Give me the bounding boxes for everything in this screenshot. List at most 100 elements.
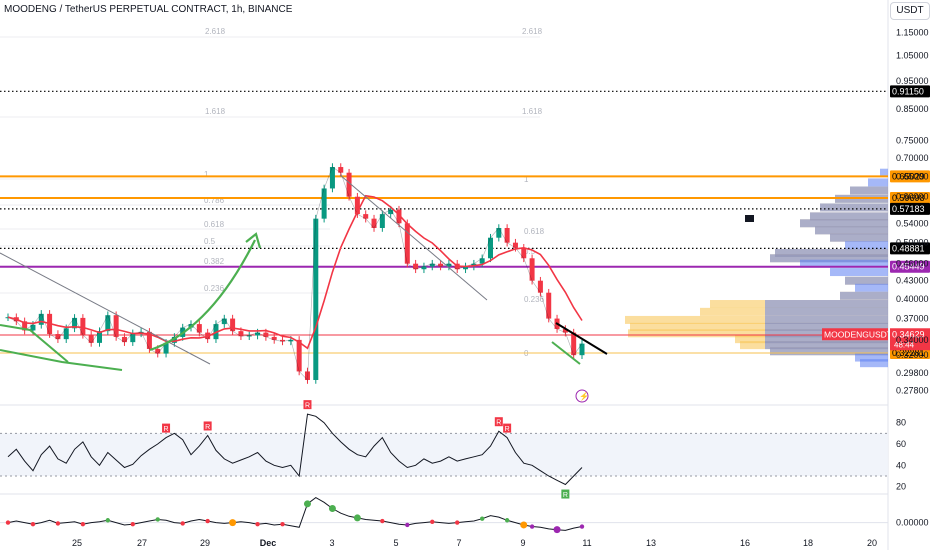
level-price-label: 0.57183 bbox=[892, 204, 925, 214]
fib-label: 1 bbox=[204, 170, 209, 179]
bear-marker-label: R bbox=[505, 426, 510, 433]
time-tick-label: 7 bbox=[456, 538, 461, 548]
currency-button[interactable]: USDT bbox=[890, 2, 930, 20]
volume-profile-bar bbox=[830, 233, 888, 242]
price-series bbox=[5, 163, 585, 384]
momentum-dot bbox=[520, 521, 528, 529]
candle-body bbox=[105, 315, 111, 332]
momentum-dot bbox=[504, 518, 510, 523]
price-tick-label: 0.32000 bbox=[896, 350, 929, 360]
fib-labels: 2.618 2.6181.618 1.61810.7860.6180.50.3820… bbox=[0, 27, 545, 358]
volume-profile-bar bbox=[765, 315, 888, 324]
fib-label: 0.236 bbox=[204, 284, 225, 293]
trendline bbox=[339, 174, 488, 301]
momentum-dot bbox=[80, 521, 86, 527]
oscillator-tick-label: 40 bbox=[896, 460, 906, 470]
time-tick-label: 11 bbox=[582, 538, 591, 548]
time-tick-label: 18 bbox=[803, 538, 813, 548]
bear-marker-label: R bbox=[305, 403, 310, 410]
volume-profile-bar bbox=[830, 268, 888, 277]
candle-body bbox=[404, 223, 410, 264]
momentum-dot bbox=[328, 505, 336, 513]
candle-body bbox=[88, 334, 94, 343]
momentum-tick-label: 0.00000 bbox=[896, 518, 929, 528]
price-tick-label: 1.05000 bbox=[896, 51, 929, 61]
volume-profile-bar bbox=[855, 283, 888, 292]
candle-body bbox=[504, 227, 510, 243]
candle-body bbox=[113, 315, 119, 337]
momentum-dot bbox=[229, 519, 237, 527]
price-tick-label: 1.15000 bbox=[896, 28, 929, 38]
candle-body bbox=[130, 333, 136, 343]
momentum-dot bbox=[30, 521, 36, 527]
time-tick-label: Dec bbox=[260, 538, 277, 548]
momentum-dot bbox=[130, 521, 135, 527]
time-tick-label: 9 bbox=[520, 538, 525, 548]
momentum-dot bbox=[280, 521, 285, 527]
fib-label: 0.5 bbox=[204, 237, 216, 246]
candle-body bbox=[63, 328, 69, 340]
price-tick-label: 0.54000 bbox=[896, 218, 929, 228]
candle-body bbox=[529, 258, 535, 281]
price-tick-label: 0.85000 bbox=[896, 104, 929, 114]
candle-body bbox=[30, 324, 36, 331]
oscillator-band bbox=[0, 433, 888, 476]
time-tick-label: 25 bbox=[72, 538, 82, 548]
chart-canvas[interactable]: 2.618 2.6181.618 1.61810.7860.6180.50.3820… bbox=[0, 0, 932, 550]
candle-body bbox=[38, 313, 44, 325]
bear-marker-label: R bbox=[205, 424, 210, 431]
time-tick-label: 20 bbox=[867, 538, 877, 548]
fib-label: 2.618 bbox=[522, 27, 543, 36]
momentum-line bbox=[7, 497, 583, 531]
trendline bbox=[0, 252, 211, 365]
momentum-dot bbox=[105, 518, 111, 523]
price-axis[interactable]: 1.15000 1.05000 0.95000 0.85000 0.75000 0.700… bbox=[896, 28, 929, 528]
fib-label: 0.618 bbox=[204, 220, 225, 229]
volume-profile-bar bbox=[765, 300, 888, 309]
bear-marker-label: R bbox=[164, 426, 169, 433]
momentum-dot bbox=[5, 520, 11, 525]
flash-glyph: ⚡ bbox=[579, 391, 589, 401]
symbol-label: MOODENGUSDT.P bbox=[824, 329, 899, 339]
time-tick-label: 3 bbox=[329, 538, 334, 548]
candle-body bbox=[579, 343, 585, 356]
price-tick-label: 0.50000 bbox=[896, 238, 929, 248]
volume-profile-bar bbox=[840, 291, 888, 300]
volume-profile-bar bbox=[845, 241, 888, 250]
time-tick-label: 27 bbox=[137, 538, 147, 548]
momentum-dot bbox=[55, 521, 61, 526]
volume-profile-bar bbox=[860, 359, 888, 368]
oscillator-pane: R RRRRR bbox=[0, 400, 888, 499]
oscillator-tick-label: 60 bbox=[896, 439, 906, 449]
candle-body bbox=[546, 292, 552, 319]
candle-body bbox=[196, 324, 202, 333]
momentum-dot bbox=[529, 524, 535, 529]
volume-profile-bar bbox=[820, 203, 888, 212]
price-tick-label: 0.43000 bbox=[896, 276, 929, 286]
candle-body bbox=[296, 339, 302, 372]
price-tick-label: 0.75000 bbox=[896, 135, 929, 145]
momentum-dot bbox=[405, 522, 410, 528]
oscillator-tick-label: 20 bbox=[896, 482, 906, 492]
checkered-flag-icon bbox=[745, 215, 754, 222]
candle-body bbox=[496, 227, 502, 238]
candle-body bbox=[371, 218, 377, 228]
level-price-label: 0.91150 bbox=[892, 86, 924, 96]
volume-profile-bar bbox=[868, 178, 888, 187]
price-tick-label: 0.27800 bbox=[896, 386, 929, 396]
fib-label: 0.618 bbox=[524, 227, 545, 236]
momentum-dot bbox=[303, 500, 311, 508]
fib-label: 1.618 bbox=[205, 107, 226, 116]
momentum-dot bbox=[255, 521, 260, 527]
price-tick-label: 0.95000 bbox=[896, 76, 929, 86]
fib-label: 2.618 bbox=[205, 27, 226, 36]
fib-label: 0 bbox=[524, 349, 529, 358]
candle-body bbox=[313, 218, 319, 380]
time-tick-label: 16 bbox=[740, 538, 750, 548]
volume-profile-bar bbox=[765, 307, 888, 316]
time-axis[interactable]: 25 27 29 Dec 3 5 7 9 11 13 16 18 20 bbox=[72, 538, 877, 548]
price-tick-label: 0.46000 bbox=[896, 259, 929, 269]
candle-body bbox=[329, 167, 335, 189]
price-tick-label: 0.70000 bbox=[896, 153, 929, 163]
fib-label: 1.618 bbox=[522, 107, 543, 116]
